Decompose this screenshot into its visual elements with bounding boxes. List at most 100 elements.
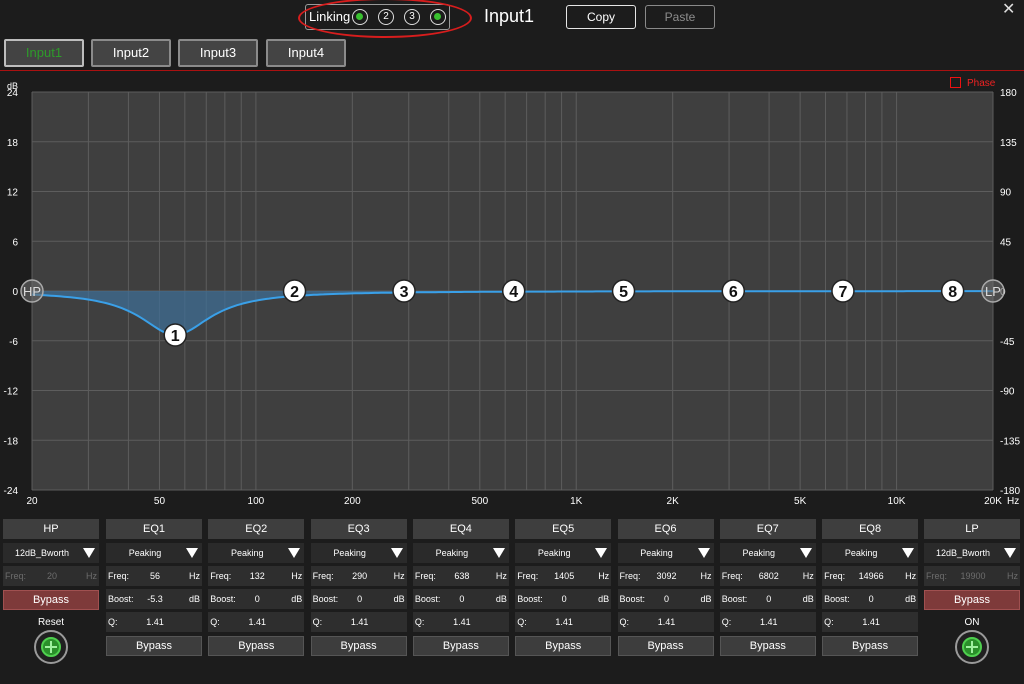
copy-button[interactable]: Copy xyxy=(566,5,636,29)
eq-band-type-select[interactable]: Peaking xyxy=(208,543,305,563)
field-unit: dB xyxy=(598,594,610,604)
eq-band-freq-field[interactable]: Freq: 3092 Hz xyxy=(617,566,714,586)
eq-band-q-field[interactable]: Q: 1.41 xyxy=(617,612,714,632)
hp-type-select[interactable]: 12dB_Bworth xyxy=(3,543,99,563)
eq-band-freq-field[interactable]: Freq: 14966 Hz xyxy=(822,566,919,586)
hp-bypass-button[interactable]: Bypass xyxy=(3,590,99,610)
field-unit: Hz xyxy=(802,571,814,581)
lp-type-select[interactable]: 12dB_Bworth xyxy=(924,543,1020,563)
eq-band-type-select[interactable]: Peaking xyxy=(310,543,407,563)
eq-band-bypass-button[interactable]: Bypass xyxy=(515,636,612,656)
eq-band-title: EQ2 xyxy=(208,519,305,539)
field-unit: Hz xyxy=(291,571,303,581)
field-value: 1405 xyxy=(554,571,575,581)
lp-marker-label: LP xyxy=(985,284,1001,299)
eq-band-boost-field[interactable]: Boost: 0 dB xyxy=(719,589,816,609)
phase-checkbox[interactable] xyxy=(950,77,961,88)
filter-type-label: Peaking xyxy=(435,548,469,558)
dropdown-arrow-icon xyxy=(492,548,505,558)
phase-tick-label: -135 xyxy=(1000,436,1020,447)
lp-on-label: ON xyxy=(964,617,980,628)
eq-band-q-field[interactable]: Q: 1.41 xyxy=(719,612,816,632)
eq-band-bypass-button[interactable]: Bypass xyxy=(719,636,816,656)
eq-band-boost-field[interactable]: Boost: 0 dB xyxy=(412,589,509,609)
freq-tick-label: 2K xyxy=(667,496,680,507)
eq-band-boost-field[interactable]: Boost: 0 dB xyxy=(617,589,714,609)
eq-band-boost-field[interactable]: Boost: 0 dB xyxy=(515,589,612,609)
field-label: Freq: xyxy=(721,571,743,581)
filter-type-label: Peaking xyxy=(844,548,878,558)
eq-band-bypass-button[interactable]: Bypass xyxy=(310,636,407,656)
eq-band-type-select[interactable]: Peaking xyxy=(515,543,612,563)
db-tick-label: 0 xyxy=(12,287,18,298)
eq-band-q-field[interactable]: Q: 1.41 xyxy=(515,612,612,632)
phase-tick-label: -45 xyxy=(1000,337,1015,348)
filter-type-label: 12dB_Bworth xyxy=(935,548,991,558)
tab-input2[interactable]: Input2 xyxy=(91,39,171,67)
field-value: 0 xyxy=(561,594,567,604)
field-value: -5.3 xyxy=(147,594,163,604)
eq-band-freq-field[interactable]: Freq: 56 Hz xyxy=(106,566,202,586)
eq-band-bypass-button[interactable]: Bypass xyxy=(208,636,305,656)
tab-input1[interactable]: Input1 xyxy=(4,39,84,67)
lp-bypass-button[interactable]: Bypass xyxy=(924,590,1020,610)
eq-band-q-field[interactable]: Q: 1.41 xyxy=(310,612,407,632)
field-value: 290 xyxy=(352,571,368,581)
close-icon[interactable]: ✕ xyxy=(1002,0,1015,19)
field-unit: Hz xyxy=(86,571,97,581)
eq-band-type-select[interactable]: Peaking xyxy=(719,543,816,563)
field-value: 19900 xyxy=(960,571,986,581)
eq-band-bypass-button[interactable]: Bypass xyxy=(106,636,202,656)
freq-tick-label: 1K xyxy=(570,496,583,507)
field-label: Freq: xyxy=(926,571,948,581)
power-icon xyxy=(962,637,982,657)
eq-band-q-field[interactable]: Q: 1.41 xyxy=(208,612,305,632)
field-unit: dB xyxy=(802,594,814,604)
eq-band-type-select[interactable]: Peaking xyxy=(617,543,714,563)
field-label: Freq: xyxy=(824,571,846,581)
field-unit: dB xyxy=(905,594,917,604)
eq-response-graph[interactable]: 24181260-6-12-18-24dB18013590450-45-90-1… xyxy=(0,76,1024,511)
eq-band-boost-field[interactable]: Boost: 0 dB xyxy=(208,589,305,609)
eq-band-freq-field[interactable]: Freq: 290 Hz xyxy=(310,566,407,586)
field-label: Freq: xyxy=(312,571,334,581)
tab-input4[interactable]: Input4 xyxy=(266,39,346,67)
field-value: 638 xyxy=(454,571,470,581)
db-tick-label: 12 xyxy=(7,188,19,199)
hp-reset-knob[interactable] xyxy=(34,630,68,664)
lp-on-knob[interactable] xyxy=(955,630,989,664)
band-marker-label: 1 xyxy=(171,328,180,345)
eq-band-type-select[interactable]: Peaking xyxy=(106,543,202,563)
eq-band-boost-field[interactable]: Boost: 0 dB xyxy=(822,589,919,609)
lp-freq-field[interactable]: Freq: 19900 Hz xyxy=(924,566,1020,586)
eq-band-bypass-button[interactable]: Bypass xyxy=(617,636,714,656)
eq-band-type-select[interactable]: Peaking xyxy=(822,543,919,563)
eq-band-boost-field[interactable]: Boost: 0 dB xyxy=(310,589,407,609)
field-label: Q: xyxy=(721,617,732,627)
field-unit: Hz xyxy=(905,571,917,581)
eq-band-q-field[interactable]: Q: 1.41 xyxy=(822,612,919,632)
hp-freq-field[interactable]: Freq: 20 Hz xyxy=(3,566,99,586)
eq-band-freq-field[interactable]: Freq: 638 Hz xyxy=(412,566,509,586)
field-value: 6802 xyxy=(758,571,779,581)
eq-band-q-field[interactable]: Q: 1.41 xyxy=(412,612,509,632)
dropdown-arrow-icon xyxy=(799,548,812,558)
field-label: Q: xyxy=(312,617,323,627)
filter-type-label: Peaking xyxy=(537,548,571,558)
paste-button[interactable]: Paste xyxy=(645,5,715,29)
field-value: 14966 xyxy=(858,571,884,581)
eq-band-freq-field[interactable]: Freq: 6802 Hz xyxy=(719,566,816,586)
field-label: Q: xyxy=(619,617,630,627)
eq-band-type-select[interactable]: Peaking xyxy=(412,543,509,563)
eq-band-bypass-button[interactable]: Bypass xyxy=(412,636,509,656)
field-label: Freq: xyxy=(108,571,130,581)
filter-type-label: Peaking xyxy=(640,548,673,558)
tab-input3[interactable]: Input3 xyxy=(178,39,258,67)
eq-band-boost-field[interactable]: Boost: -5.3 dB xyxy=(106,589,202,609)
phase-tick-label: -90 xyxy=(1000,387,1015,398)
eq-band-freq-field[interactable]: Freq: 1405 Hz xyxy=(515,566,612,586)
eq-band-freq-field[interactable]: Freq: 132 Hz xyxy=(208,566,305,586)
dropdown-arrow-icon xyxy=(902,548,915,558)
eq-band-q-field[interactable]: Q: 1.41 xyxy=(106,612,202,632)
eq-band-bypass-button[interactable]: Bypass xyxy=(822,636,919,656)
